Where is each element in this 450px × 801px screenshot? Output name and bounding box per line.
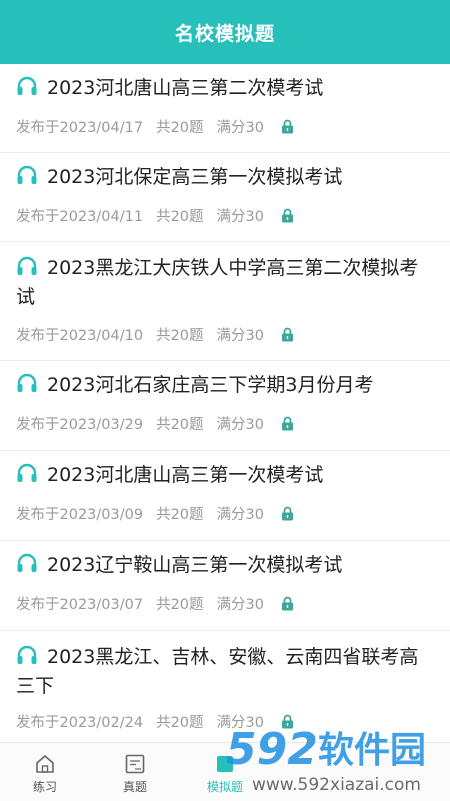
exam-title-row: 2023河北唐山高三第二次模考试 [16,74,436,103]
lock-icon [281,506,293,521]
headphone-icon [17,463,37,482]
exam-title: 2023河北石家庄高三下学期3月份月考 [47,374,374,396]
question-count: 共20题 [156,507,204,523]
exam-title-row: 2023辽宁鞍山高三第一次模拟考试 [16,551,436,580]
headphone-icon [17,645,37,664]
exam-meta: 发布于2023/04/17 共20题 满分30 [16,116,294,137]
lock-icon [281,714,293,729]
headphone-icon [17,373,37,392]
lock-icon [281,327,293,342]
question-count: 共20题 [156,209,204,225]
lock-icon [281,416,293,431]
exam-meta: 发布于2023/02/24 共20题 满分30 [16,711,294,732]
list-item[interactable]: 2023黑龙江大庆铁人中学高三第二次模拟考试 发布于2023/04/10 共20… [0,242,450,361]
exam-title-row: 2023黑龙江大庆铁人中学高三第二次模拟考试 [16,254,436,312]
list-item[interactable]: 2023河北保定高三第一次模拟考试 发布于2023/04/11 共20题 满分3… [0,153,450,242]
exam-title-row: 2023河北石家庄高三下学期3月份月考 [16,371,436,400]
publish-date: 发布于2023/02/24 [16,715,144,731]
exam-title: 2023黑龙江大庆铁人中学高三第二次模拟考试 [16,257,419,308]
lock-icon [281,208,293,223]
full-score: 满分30 [216,507,264,523]
publish-date: 发布于2023/03/07 [16,597,144,613]
bottom-tab-bar: 练习 真题 模拟题 [0,742,450,801]
exam-meta: 发布于2023/03/07 共20题 满分30 [16,593,294,614]
exam-meta: 发布于2023/04/11 共20题 满分30 [16,205,294,226]
tab-label: 真题 [122,780,147,794]
tab-practice[interactable]: 练习 [0,743,90,801]
question-count: 共20题 [156,417,204,433]
lock-icon [281,596,293,611]
mock-exam-icon [217,756,233,772]
exam-title: 2023河北唐山高三第二次模考试 [47,77,324,99]
full-score: 满分30 [216,417,264,433]
tab-past-papers[interactable]: 真题 [90,743,180,801]
exam-title: 2023辽宁鞍山高三第一次模拟考试 [47,554,343,576]
publish-date: 发布于2023/03/09 [16,507,144,523]
full-score: 满分30 [216,209,264,225]
full-score: 满分30 [216,120,264,136]
question-count: 共20题 [156,715,204,731]
list-item[interactable]: 2023河北石家庄高三下学期3月份月考 发布于2023/03/29 共20题 满… [0,361,450,451]
exam-meta: 发布于2023/03/09 共20题 满分30 [16,503,294,524]
question-count: 共20题 [156,120,204,136]
exam-title-row: 2023河北唐山高三第一次模考试 [16,461,436,490]
exam-meta: 发布于2023/04/10 共20题 满分30 [16,324,294,345]
full-score: 满分30 [216,597,264,613]
publish-date: 发布于2023/04/11 [16,209,144,225]
list-item[interactable]: 2023河北唐山高三第一次模考试 发布于2023/03/09 共20题 满分30 [0,451,450,541]
publish-date: 发布于2023/04/10 [16,328,144,344]
exam-title-row: 2023黑龙江、吉林、安徽、云南四省联考高三下 [16,643,436,701]
exam-paper-icon [125,754,145,774]
full-score: 满分30 [216,328,264,344]
exam-meta: 发布于2023/03/29 共20题 满分30 [16,413,294,434]
tab-label: 模拟题 [206,780,243,794]
tab-mock-exams[interactable]: 模拟题 [180,743,270,801]
headphone-icon [17,165,37,184]
exam-title: 2023河北保定高三第一次模拟考试 [47,166,343,188]
exam-title: 2023河北唐山高三第一次模考试 [47,464,324,486]
full-score: 满分30 [216,715,264,731]
home-icon [36,755,54,773]
lock-icon [281,119,293,134]
publish-date: 发布于2023/04/17 [16,120,144,136]
list-item[interactable]: 2023辽宁鞍山高三第一次模拟考试 发布于2023/03/07 共20题 满分3… [0,541,450,631]
headphone-icon [17,76,37,95]
exam-title-row: 2023河北保定高三第一次模拟考试 [16,163,436,192]
headphone-icon [17,553,37,572]
question-count: 共20题 [156,597,204,613]
list-item[interactable]: 2023黑龙江、吉林、安徽、云南四省联考高三下 发布于2023/02/24 共2… [0,631,450,742]
exam-title: 2023黑龙江、吉林、安徽、云南四省联考高三下 [16,646,419,697]
page-title: 名校模拟题 [174,22,275,45]
tab-label: 练习 [32,780,57,794]
list-item[interactable]: 2023河北唐山高三第二次模考试 发布于2023/04/17 共20题 满分30 [0,64,450,153]
publish-date: 发布于2023/03/29 [16,417,144,433]
headphone-icon [17,256,37,275]
app-header: 名校模拟题 [0,0,450,64]
question-count: 共20题 [156,328,204,344]
